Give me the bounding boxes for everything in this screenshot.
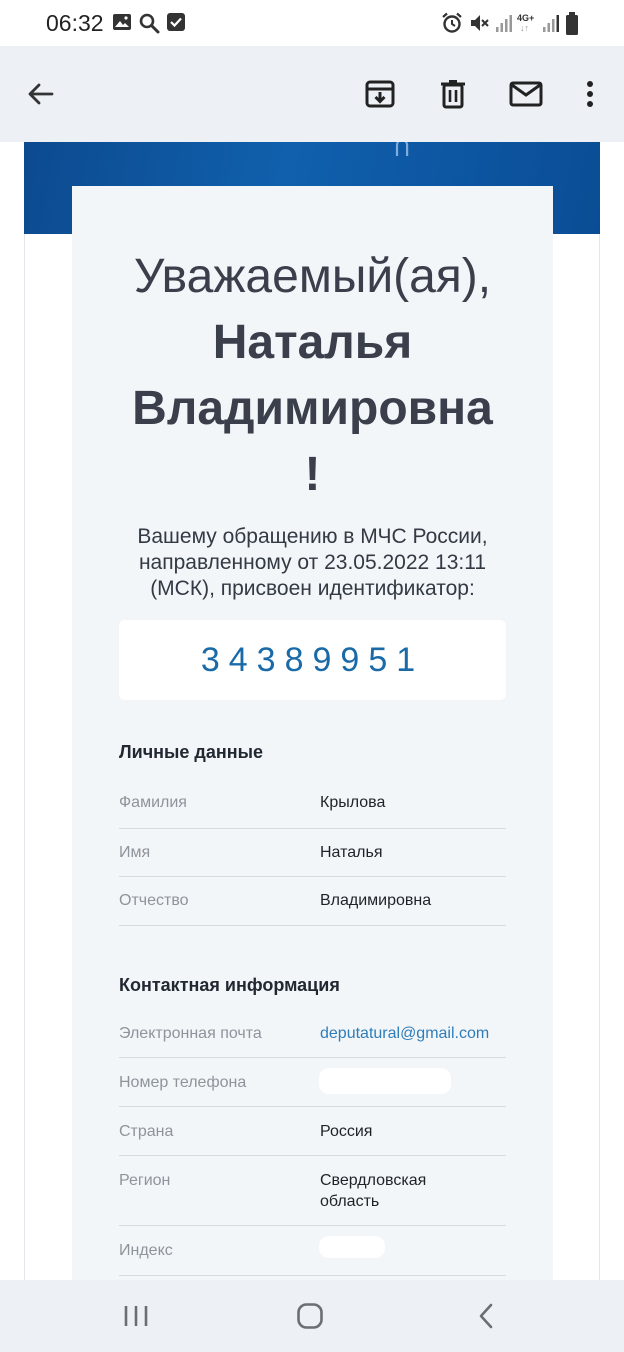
home-button[interactable] [286, 1294, 334, 1338]
back-arrow-icon [28, 83, 54, 105]
status-time: 06:32 [46, 10, 104, 36]
archive-icon [365, 80, 395, 108]
row-value: Наталья [320, 844, 383, 861]
app-bar [0, 46, 624, 142]
row-value: Владимировна [320, 892, 432, 909]
intro-line: Вашему обращению в МЧС России, [137, 525, 488, 548]
home-icon [297, 1303, 323, 1329]
request-identifier: 34389951 [119, 620, 506, 700]
signal-icon [543, 15, 559, 32]
row-label: Электронная почта [119, 1025, 262, 1042]
more-vert-icon [587, 81, 593, 107]
mail-icon [509, 81, 543, 107]
row-label: Имя [119, 844, 151, 861]
gallery-icon [113, 14, 131, 30]
recent-apps-button[interactable] [112, 1294, 160, 1338]
intro-line: (МСК), присвоен идентификатор: [150, 577, 475, 600]
table-row: Номер телефона [119, 1058, 506, 1107]
intro-text: Вашему обращению в МЧС России, направлен… [96, 524, 529, 602]
row-label: Фамилия [119, 794, 187, 811]
checkbox-icon [167, 13, 185, 31]
row-label: Регион [119, 1172, 171, 1189]
network-label: 4G+ [517, 13, 535, 23]
nav-back-button[interactable] [462, 1294, 510, 1338]
battery-icon [566, 12, 578, 35]
row-label: Номер телефона [119, 1074, 247, 1091]
redaction-mark [319, 1236, 385, 1258]
signal-icon [496, 15, 512, 32]
email-link[interactable]: deputatural@gmail.com [320, 1023, 489, 1044]
intro-line: направленному от 23.05.2022 13:11 [138, 551, 487, 574]
more-options-button[interactable] [564, 68, 616, 120]
archive-button[interactable] [354, 68, 406, 120]
row-value-line: область [320, 1193, 380, 1210]
alarm-icon [442, 12, 462, 33]
row-label: Индекс [119, 1242, 173, 1259]
recent-apps-icon [124, 1306, 148, 1326]
section-title-contact: Контактная информация [119, 975, 340, 995]
greeting-first-name: Наталья [212, 316, 413, 369]
row-label: Страна [119, 1123, 174, 1140]
table-row: Фамилия Крылова [119, 778, 506, 829]
row-label: Отчество [119, 892, 189, 909]
table-row: Отчество Владимировна [119, 877, 506, 926]
greeting-exclamation: ! [304, 448, 321, 501]
status-bar: 06:32 4G+ ↓↑ [0, 0, 624, 46]
delete-button[interactable] [427, 68, 479, 120]
row-value-line: Свердловская [320, 1172, 427, 1189]
mute-icon [471, 15, 489, 31]
back-icon [479, 1303, 493, 1329]
greeting: Уважаемый(ая), Наталья Владимировна ! [72, 244, 553, 508]
section-title-personal: Личные данные [119, 742, 263, 762]
back-button[interactable] [15, 68, 67, 120]
row-value: Россия [320, 1123, 373, 1140]
greeting-patronymic: Владимировна [132, 382, 493, 435]
table-row: Индекс [119, 1226, 506, 1276]
row-value: Крылова [320, 794, 386, 811]
redaction-mark [319, 1068, 451, 1094]
network-4g-icon: 4G+ ↓↑ [517, 13, 535, 33]
email-body[interactable]: ᑎ Уважаемый(ая), Наталья Владимировна ! … [0, 142, 624, 1280]
table-row: Электронная почта deputatural@gmail.com [119, 1009, 506, 1058]
table-row: Страна Россия [119, 1107, 506, 1156]
table-row: Регион Свердловская область [119, 1156, 506, 1226]
greeting-salutation: Уважаемый(ая), [133, 250, 492, 303]
search-icon [139, 13, 160, 34]
system-nav-bar [0, 1280, 624, 1352]
row-value: Свердловская область [320, 1170, 426, 1212]
mark-unread-button[interactable] [500, 68, 552, 120]
delete-icon [441, 80, 465, 109]
table-row: Имя Наталья [119, 829, 506, 877]
